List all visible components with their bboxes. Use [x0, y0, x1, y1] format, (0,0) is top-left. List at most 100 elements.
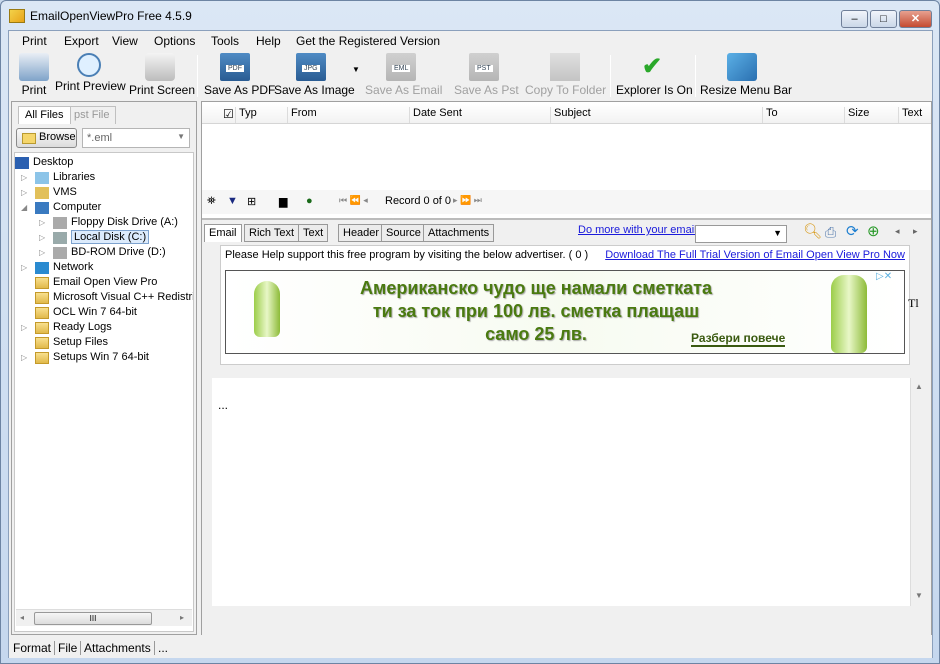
menu-tools[interactable]: Tools	[211, 34, 239, 48]
save-as-pst-button[interactable]: Save As Pst	[454, 53, 519, 97]
menu-export[interactable]: Export	[64, 34, 99, 48]
tab-attachments[interactable]: Attachments	[423, 224, 495, 242]
menu-get-registered[interactable]: Get the Registered Version	[296, 34, 440, 48]
print-preview-button[interactable]: Print Preview	[55, 53, 126, 93]
maximize-button[interactable]: □	[870, 10, 897, 28]
select-all-checkbox[interactable]: ☑	[220, 107, 234, 123]
main-panel: ☑ Typ From Date Sent Subject To Size Tex…	[201, 101, 932, 636]
download-trial-link[interactable]: Download The Full Trial Version of Email…	[605, 249, 905, 261]
column-date-sent[interactable]: Date Sent	[409, 107, 462, 123]
scroll-up-arrow[interactable]: ▲	[911, 382, 927, 391]
status-bar: Format File Attachments ...	[9, 638, 932, 658]
scroll-left-arrow[interactable]: ◂	[20, 613, 24, 622]
ad-line: само 25 лв.	[485, 324, 587, 344]
save-as-image-dropdown[interactable]: ▼	[352, 65, 360, 74]
email-body[interactable]: ...	[212, 378, 912, 606]
search-icon[interactable]: 🔍︎	[803, 222, 822, 240]
column-from[interactable]: From	[287, 107, 317, 123]
zoom-in-icon[interactable]: ⊕	[867, 222, 880, 240]
email-list-header: ☑ Typ From Date Sent Subject To Size Tex…	[202, 104, 931, 124]
scroll-right-arrow[interactable]: ▸	[180, 613, 184, 622]
tab-source[interactable]: Source	[381, 224, 426, 242]
browse-button[interactable]: Browse	[16, 128, 77, 148]
menu-view[interactable]: View	[112, 34, 138, 48]
save-as-email-button[interactable]: Save As Email	[365, 53, 442, 97]
tab-email[interactable]: Email	[204, 224, 242, 242]
action-dropdown[interactable]: ▼	[695, 225, 787, 243]
printer-icon	[19, 53, 49, 81]
print-button[interactable]: Print	[16, 53, 52, 97]
tab-header[interactable]: Header	[338, 224, 385, 242]
status-attachments[interactable]: Attachments	[80, 641, 154, 655]
menu-print[interactable]: Print	[22, 34, 47, 48]
save-as-image-button[interactable]: Save As Image	[274, 53, 355, 97]
do-more-link[interactable]: Do more with your email.	[578, 224, 700, 236]
save-as-pdf-button[interactable]: Save As PDF	[204, 53, 275, 97]
minimize-button[interactable]: ‒	[841, 10, 868, 28]
tab-all-files[interactable]: All Files	[18, 106, 71, 124]
first-record-icon[interactable]: ⏮ ⏪ ◂	[339, 195, 368, 206]
print-icon[interactable]: ⎙	[825, 224, 836, 241]
vertical-scrollbar[interactable]: ▲ ▼	[910, 378, 927, 606]
magnifier-page-icon	[77, 53, 101, 77]
scroll-down-arrow[interactable]: ▼	[911, 591, 927, 600]
tab-rich-text[interactable]: Rich Text	[244, 224, 300, 242]
tree-node-label: Floppy Disk Drive (A:)	[71, 216, 178, 228]
body-text: ...	[218, 398, 229, 412]
user-folder-icon	[35, 187, 49, 199]
column-text[interactable]: Text	[898, 107, 922, 123]
file-filter-select[interactable]: *.eml ▼	[82, 128, 190, 148]
menu-options[interactable]: Options	[154, 34, 195, 48]
tab-pst-file[interactable]: pst File	[67, 106, 117, 124]
column-typ[interactable]: Typ	[235, 107, 257, 123]
copy-folder-icon	[550, 53, 580, 81]
copy-to-folder-button[interactable]: Copy To Folder	[525, 53, 606, 97]
horizontal-scrollbar[interactable]: ◂ III ▸	[16, 609, 192, 626]
expand-toggle-icon[interactable]: ▷	[21, 323, 27, 332]
refresh-icon[interactable]: ⟳	[846, 222, 859, 240]
column-size[interactable]: Size	[844, 107, 869, 123]
scroll-thumb[interactable]: III	[34, 612, 152, 625]
close-button[interactable]: ✕	[899, 10, 932, 28]
tab-text[interactable]: Text	[298, 224, 329, 242]
explorer-is-on-button[interactable]: ✔ Explorer Is On	[616, 53, 693, 97]
floppy-jpg-icon	[296, 53, 326, 81]
tree-node-label: Setup Files	[53, 336, 109, 348]
scroll-right-arrow[interactable]: ▸	[913, 226, 918, 237]
scroll-left-arrow[interactable]: ◂	[895, 226, 900, 237]
tree-node-label: BD-ROM Drive (D:)	[71, 246, 166, 258]
column-to[interactable]: To	[762, 107, 778, 123]
window-title: EmailOpenViewPro Free 4.5.9	[30, 9, 192, 23]
ad-learn-more-link[interactable]: Разбери повече	[691, 331, 786, 347]
menu-help[interactable]: Help	[256, 34, 281, 48]
expand-toggle-icon[interactable]: ▷	[39, 248, 45, 257]
expand-toggle-icon[interactable]: ◢	[21, 203, 27, 212]
print-screen-button[interactable]: Print Screen	[129, 53, 195, 97]
trash-icon[interactable]: ●	[306, 195, 313, 207]
status-format[interactable]: Format	[10, 641, 54, 655]
file-explorer-panel: All Files pst File Browse *.eml ▼ Desktop…	[11, 101, 197, 635]
email-detail-panel: Email Rich Text Text Header Source Attac…	[202, 218, 931, 636]
folder-icon	[22, 133, 36, 144]
tree-icon[interactable]: ⊞	[247, 195, 256, 208]
expand-toggle-icon[interactable]: ▷	[39, 233, 45, 242]
binoculars-icon[interactable]: ⛯	[207, 195, 216, 208]
expand-toggle-icon[interactable]: ▷	[21, 353, 27, 362]
expand-toggle-icon[interactable]: ▷	[21, 263, 27, 272]
expand-toggle-icon[interactable]: ▷	[21, 173, 27, 182]
status-file[interactable]: File	[54, 641, 80, 655]
filter-icon[interactable]: ▼	[227, 195, 238, 207]
tree-node-label: Local Disk (C:)	[71, 230, 150, 244]
column-subject[interactable]: Subject	[550, 107, 591, 123]
resize-menu-bar-button[interactable]: Resize Menu Bar	[700, 53, 792, 97]
tree-node-label: Ready Logs	[53, 321, 112, 333]
expand-toggle-icon[interactable]: ▷	[21, 188, 27, 197]
ad-choices-icon[interactable]: ▷✕	[876, 271, 892, 282]
expand-toggle-icon[interactable]: ▷	[39, 218, 45, 227]
print-icon[interactable]: ▆	[279, 195, 287, 208]
folder-icon	[35, 277, 49, 289]
ad-side-text: Tl	[908, 296, 919, 310]
client-area: Print Export View Options Tools Help Get…	[8, 30, 933, 658]
advertisement-banner[interactable]: Американско чудо ще намали сметката ти з…	[225, 270, 905, 354]
last-record-icon[interactable]: ▸ ⏩ ⏭	[453, 195, 482, 206]
